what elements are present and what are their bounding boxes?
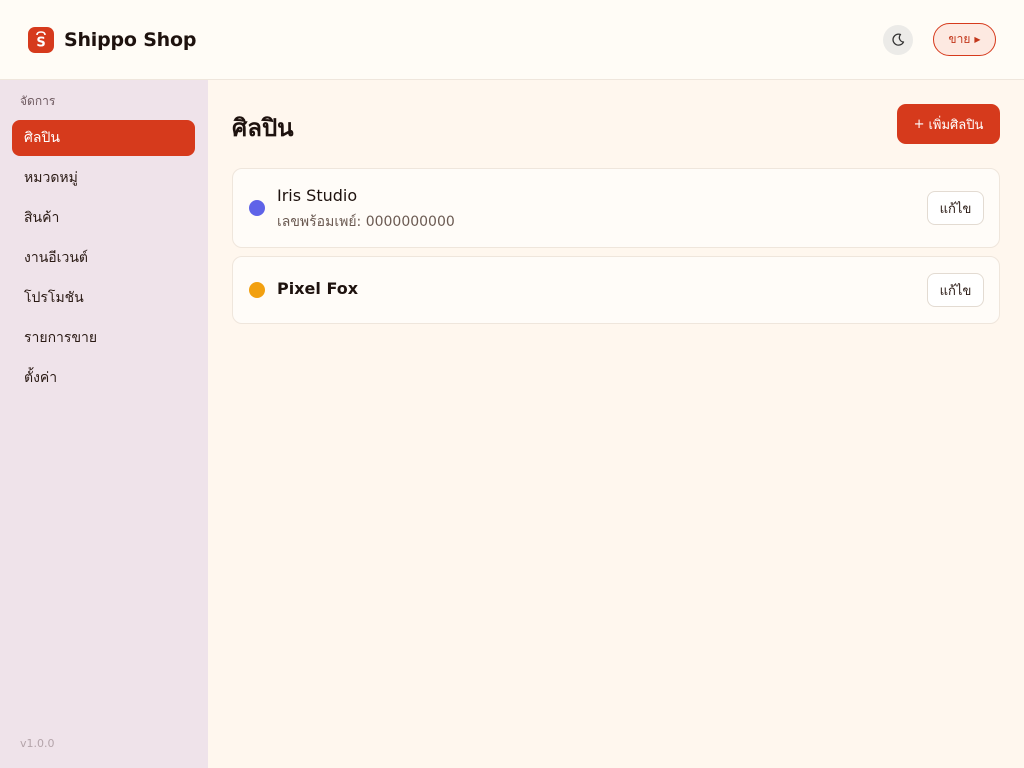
- sell-button[interactable]: ขาย ▶: [933, 23, 996, 56]
- sidebar-item-events[interactable]: งานอีเวนต์: [12, 240, 195, 276]
- sidebar-item-label: โปรโมชัน: [24, 290, 84, 306]
- theme-toggle-button[interactable]: [883, 25, 913, 55]
- sidebar-item-label: รายการขาย: [24, 330, 98, 346]
- sidebar-section-label: จัดการ: [20, 94, 56, 108]
- app-version: v1.0.0: [20, 737, 55, 750]
- sell-button-label: ขาย: [948, 32, 971, 46]
- add-artist-button[interactable]: + เพิ่มศิลปิน: [897, 104, 1000, 144]
- brand[interactable]: S Shippo Shop: [28, 27, 196, 53]
- sidebar-nav: ศิลปิน หมวดหมู่ สินค้า งานอีเวนต์ โปรโมช…: [12, 120, 195, 400]
- sidebar-item-label: งานอีเวนต์: [24, 250, 88, 266]
- sidebar-item-artists[interactable]: ศิลปิน: [12, 120, 195, 156]
- sidebar-item-settings[interactable]: ตั้งค่า: [12, 360, 195, 396]
- edit-artist-button[interactable]: แก้ไข: [927, 191, 984, 225]
- artist-color-dot: [249, 200, 265, 216]
- artist-promptpay: เลขพร้อมเพย์: 0000000000: [277, 214, 455, 230]
- shopping-bag-s-logo-icon: S: [28, 27, 54, 53]
- sidebar-item-promotions[interactable]: โปรโมชัน: [12, 280, 195, 316]
- artist-name: Iris Studio: [277, 186, 358, 205]
- plus-icon: +: [913, 116, 925, 132]
- sidebar-item-label: หมวดหมู่: [24, 170, 78, 186]
- main-content: ศิลปิน + เพิ่มศิลปิน Iris Studio เลขพร้อ…: [208, 80, 1024, 768]
- sidebar-item-label: ตั้งค่า: [24, 370, 58, 386]
- artist-card: Pixel Fox แก้ไข: [232, 256, 1000, 324]
- artist-card: Iris Studio เลขพร้อมเพย์: 0000000000 แก้…: [232, 168, 1000, 248]
- play-triangle-icon: ▶: [974, 35, 981, 44]
- sidebar: จัดการ ศิลปิน หมวดหมู่ สินค้า งานอีเวนต์…: [0, 80, 208, 768]
- page-title: ศิลปิน: [232, 114, 294, 142]
- svg-text:S: S: [36, 36, 45, 50]
- add-artist-label: เพิ่มศิลปิน: [928, 117, 984, 133]
- moon-icon: [892, 33, 905, 46]
- edit-artist-button[interactable]: แก้ไข: [927, 273, 984, 307]
- sidebar-item-categories[interactable]: หมวดหมู่: [12, 160, 195, 196]
- top-bar: S Shippo Shop ขาย ▶: [0, 0, 1024, 80]
- sidebar-item-label: ศิลปิน: [24, 130, 60, 146]
- sidebar-item-sales[interactable]: รายการขาย: [12, 320, 195, 356]
- artist-color-dot: [249, 282, 265, 298]
- brand-name: Shippo Shop: [64, 29, 197, 51]
- sidebar-item-label: สินค้า: [24, 210, 60, 226]
- artist-name: Pixel Fox: [277, 279, 359, 298]
- sidebar-item-products[interactable]: สินค้า: [12, 200, 195, 236]
